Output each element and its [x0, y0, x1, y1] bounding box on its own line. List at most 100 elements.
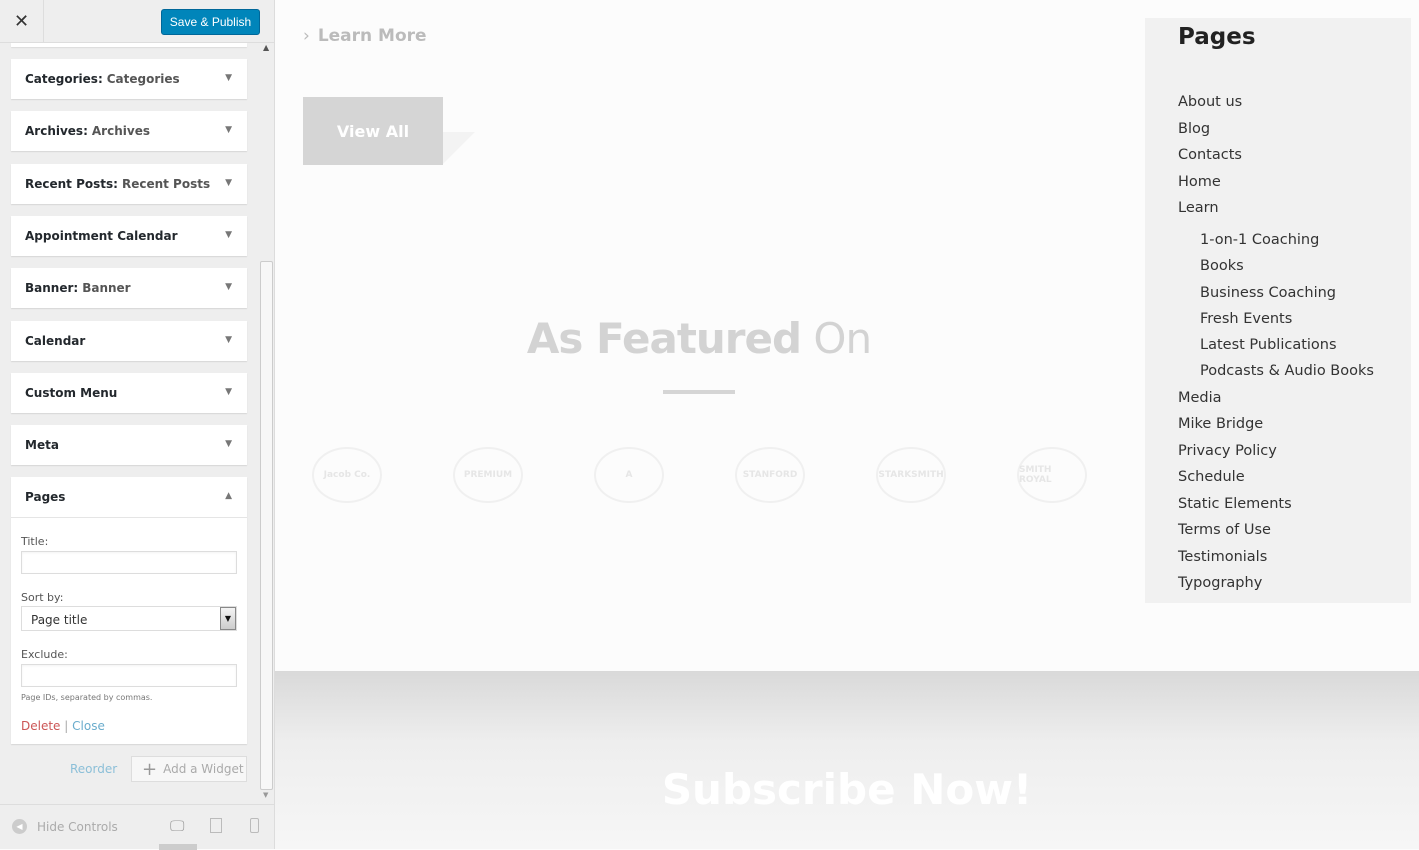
widget-name: Recent Posts: [25, 176, 114, 191]
page-link[interactable]: Testimonials: [1178, 549, 1374, 576]
view-all-button[interactable]: View All: [303, 97, 443, 165]
press-logo: STARKSMITH: [876, 447, 946, 503]
page-link[interactable]: Media: [1178, 390, 1374, 417]
scroll-down-icon[interactable]: ▼: [263, 791, 268, 799]
widget-name: Calendar: [25, 333, 86, 348]
widget-meta[interactable]: Meta ▼: [11, 425, 247, 466]
chevron-down-icon[interactable]: ▼: [225, 125, 232, 135]
title-input[interactable]: [21, 551, 237, 574]
widget-name: Pages: [25, 490, 66, 505]
widget-colon: :: [83, 124, 88, 139]
add-widget-label: Add a Widget: [163, 762, 244, 776]
add-widget-button[interactable]: + Add a Widget: [131, 756, 247, 782]
widget-colon: :: [73, 281, 79, 296]
chevron-up-icon[interactable]: ▲: [225, 491, 232, 501]
page-link[interactable]: Static Elements: [1178, 496, 1374, 523]
active-device-indicator: [159, 844, 197, 850]
press-logo: STANFORD: [735, 447, 805, 503]
widget-title: Banner: [82, 281, 131, 296]
sort-label: Sort by:: [21, 591, 64, 604]
delete-link[interactable]: Delete: [21, 719, 60, 733]
desktop-preview-icon[interactable]: 🖵: [170, 817, 184, 835]
chevron-down-icon[interactable]: ▼: [225, 73, 232, 83]
heading-divider: [663, 390, 735, 394]
page-link[interactable]: Mike Bridge: [1178, 416, 1374, 443]
chevron-down-icon[interactable]: ▼: [225, 230, 232, 240]
page-link[interactable]: 1-on-1 Coaching: [1178, 232, 1374, 258]
featured-bold: As Featured: [526, 314, 802, 363]
save-publish-button[interactable]: Save & Publish: [161, 9, 260, 35]
collapse-icon: ◀: [12, 819, 27, 834]
scroll-up-icon[interactable]: ▲: [263, 43, 269, 52]
page-link[interactable]: Privacy Policy: [1178, 443, 1374, 470]
customizer-sidebar: ✕ Save & Publish Categories: Categories ▼ A…: [0, 0, 275, 850]
page-link[interactable]: Schedule: [1178, 469, 1374, 496]
subscribe-section: Subscribe Now!: [275, 671, 1419, 849]
page-link[interactable]: Contacts: [1178, 147, 1374, 174]
widget-name: Archives: [25, 124, 84, 139]
widget-partial: [11, 43, 247, 47]
press-logo: SMITH ROYAL: [1017, 447, 1087, 503]
separator: |: [64, 719, 69, 733]
exclude-hint: Page IDs, separated by commas.: [21, 693, 153, 702]
chevron-right-icon: ›: [303, 26, 310, 46]
chevron-down-icon[interactable]: ▼: [225, 387, 232, 397]
page-link[interactable]: Latest Publications: [1178, 337, 1374, 363]
widget-name: Banner: [25, 281, 74, 296]
widget-recent-posts[interactable]: Recent Posts: Recent Posts ▼: [11, 163, 247, 204]
page-link[interactable]: Learn: [1178, 200, 1374, 232]
widget-title: Categories: [106, 72, 180, 86]
mobile-preview-icon[interactable]: [250, 818, 259, 833]
reorder-link[interactable]: Reorder: [70, 762, 117, 776]
page-link[interactable]: About us: [1178, 94, 1374, 121]
widget-custom-menu[interactable]: Custom Menu ▼: [11, 372, 247, 413]
widget-calendar[interactable]: Calendar ▼: [11, 320, 247, 361]
featured-heading: As Featured On: [440, 314, 958, 363]
button-shadow: [443, 132, 475, 164]
close-link[interactable]: Close: [72, 719, 105, 733]
scroll-thumb[interactable]: [260, 261, 273, 790]
page-link[interactable]: Fresh Events: [1178, 311, 1374, 337]
widget-name: Appointment Calendar: [25, 228, 178, 243]
learn-more-link[interactable]: › Learn More: [303, 26, 427, 46]
widget-archives[interactable]: Archives: Archives ▼: [11, 111, 247, 152]
page-link[interactable]: Podcasts & Audio Books: [1178, 363, 1374, 389]
learn-more-label: Learn More: [317, 26, 427, 46]
chevron-down-icon[interactable]: ▼: [225, 439, 232, 449]
page-link[interactable]: Terms of Use: [1178, 522, 1374, 549]
chevron-down-icon[interactable]: ▼: [225, 282, 232, 292]
pages-widget-form: Title: Sort by: Page title ▼ Exclude: Pag…: [11, 517, 247, 744]
close-icon[interactable]: ✕: [0, 0, 44, 42]
widget-colon: :: [113, 176, 118, 191]
exclude-input[interactable]: [21, 664, 237, 687]
chevron-down-icon: ▼: [220, 607, 236, 630]
press-logo: PREMIUM: [453, 447, 523, 503]
sort-value: Page title: [31, 613, 88, 627]
widget-title: Archives: [91, 124, 150, 139]
subscribe-heading: Subscribe Now!: [661, 765, 1033, 814]
title-label: Title:: [21, 535, 49, 548]
tablet-preview-icon[interactable]: [210, 818, 222, 833]
page-link[interactable]: Home: [1178, 174, 1374, 201]
widget-pages[interactable]: Pages ▲: [11, 477, 247, 518]
plus-icon: +: [142, 758, 158, 780]
exclude-label: Exclude:: [21, 648, 68, 661]
customizer-footer: ◀ Hide Controls 🖵: [0, 804, 274, 850]
widget-name: Meta: [25, 438, 59, 453]
widget-appointment-calendar[interactable]: Appointment Calendar ▼: [11, 215, 247, 256]
sort-select[interactable]: Page title ▼: [21, 606, 237, 631]
customizer-header: ✕ Save & Publish: [0, 0, 274, 43]
chevron-down-icon[interactable]: ▼: [225, 335, 232, 345]
page-link[interactable]: Books: [1178, 258, 1374, 284]
widget-banner[interactable]: Banner: Banner ▼: [11, 268, 247, 309]
widget-categories[interactable]: Categories: Categories ▼: [11, 59, 247, 99]
press-logo: Jacob Co.: [312, 447, 382, 503]
chevron-down-icon[interactable]: ▼: [225, 178, 232, 188]
scrollbar[interactable]: ▲ ▼: [259, 43, 274, 803]
page-link[interactable]: Blog: [1178, 121, 1374, 148]
hide-controls-label: Hide Controls: [37, 819, 118, 834]
hide-controls-button[interactable]: ◀ Hide Controls: [12, 819, 118, 834]
widget-title: Recent Posts: [121, 176, 211, 191]
page-link[interactable]: Business Coaching: [1178, 285, 1374, 311]
page-link[interactable]: Typography: [1178, 575, 1374, 602]
